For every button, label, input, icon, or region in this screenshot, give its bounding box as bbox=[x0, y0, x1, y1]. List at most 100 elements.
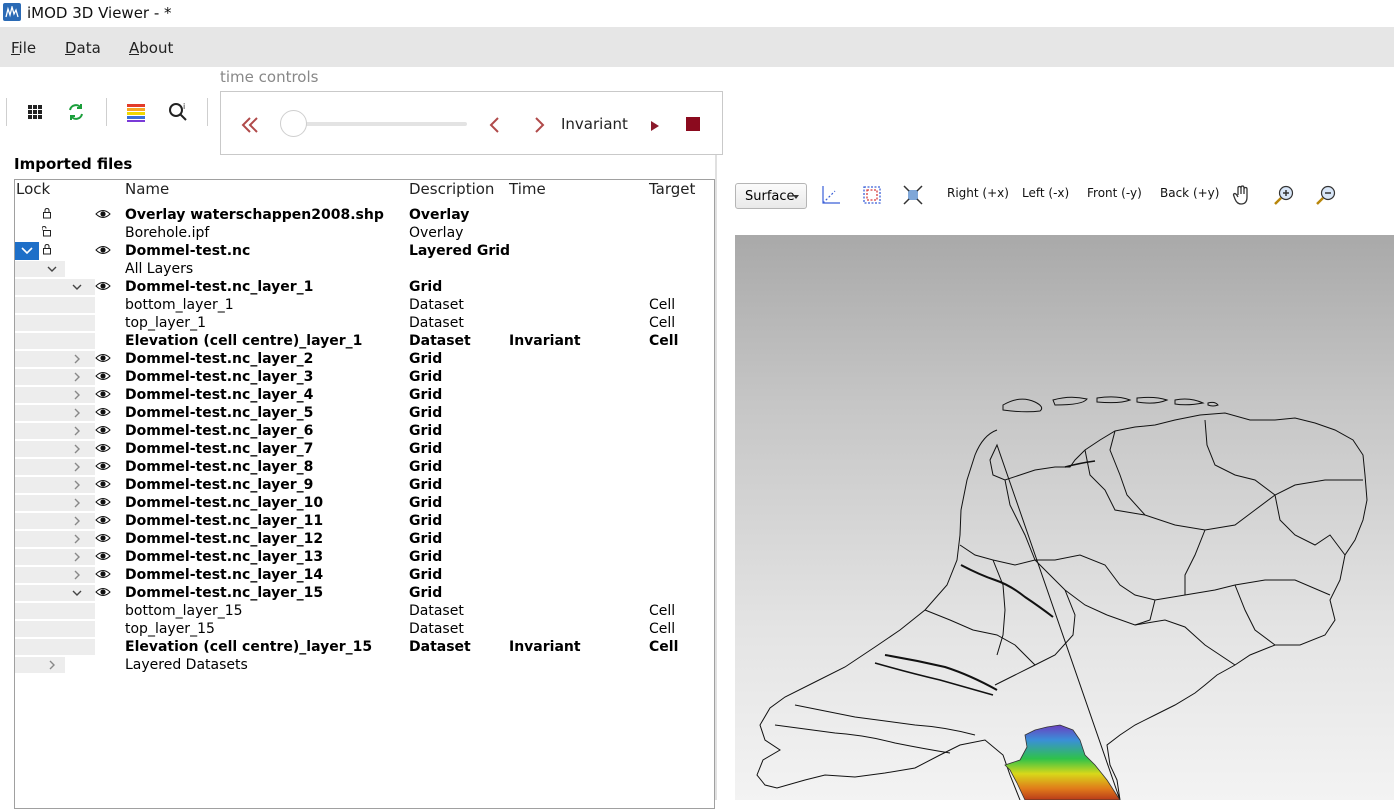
tree-row[interactable]: Dommel-test.nc_layer_1 Grid bbox=[15, 278, 714, 296]
tree-row[interactable]: Dommel-test.nc_layer_10 Grid bbox=[15, 494, 714, 512]
eye-icon[interactable] bbox=[95, 566, 111, 578]
zoom-out-icon[interactable] bbox=[1314, 183, 1338, 207]
chevron-right-icon[interactable] bbox=[70, 352, 84, 366]
row-description: Grid bbox=[409, 423, 443, 439]
tree-row[interactable]: Dommel-test.nc_layer_8 Grid bbox=[15, 458, 714, 476]
tree-row[interactable]: Dommel-test.nc_layer_13 Grid bbox=[15, 548, 714, 566]
time-slider-handle[interactable] bbox=[280, 110, 307, 137]
previous-step-icon[interactable] bbox=[485, 114, 505, 136]
tree-row[interactable]: Dommel-test.nc_layer_6 Grid bbox=[15, 422, 714, 440]
eye-icon[interactable] bbox=[95, 206, 111, 218]
chevron-right-icon[interactable] bbox=[70, 460, 84, 474]
tree-row[interactable]: Borehole.ipf Overlay bbox=[15, 224, 714, 242]
eye-icon[interactable] bbox=[95, 584, 111, 596]
chevron-right-icon[interactable] bbox=[70, 424, 84, 438]
eye-icon[interactable] bbox=[95, 368, 111, 380]
chevron-right-icon[interactable] bbox=[70, 550, 84, 564]
column-header-name[interactable]: Name bbox=[125, 180, 169, 202]
tree-row[interactable]: Dommel-test.nc_layer_5 Grid bbox=[15, 404, 714, 422]
tree-row[interactable]: Dommel-test.nc_layer_7 Grid bbox=[15, 440, 714, 458]
tree-row[interactable]: Dommel-test.nc_layer_12 Grid bbox=[15, 530, 714, 548]
view-left-button[interactable]: Left (-x) bbox=[1022, 186, 1069, 200]
eye-icon[interactable] bbox=[95, 512, 111, 524]
eye-icon[interactable] bbox=[95, 494, 111, 506]
eye-icon[interactable] bbox=[95, 422, 111, 434]
surface-mode-dropdown[interactable]: Surface bbox=[735, 183, 807, 209]
chevron-right-icon[interactable] bbox=[70, 514, 84, 528]
fit-view-icon[interactable] bbox=[901, 183, 925, 207]
chevron-right-icon[interactable] bbox=[70, 442, 84, 456]
rewind-icon[interactable] bbox=[239, 114, 261, 136]
row-name: Dommel-test.nc_layer_10 bbox=[125, 495, 324, 511]
eye-icon[interactable] bbox=[95, 440, 111, 452]
row-description: Grid bbox=[409, 585, 443, 601]
view-front-button[interactable]: Front (-y) bbox=[1087, 186, 1142, 200]
colormap-icon[interactable] bbox=[124, 100, 148, 124]
chevron-right-icon[interactable] bbox=[70, 568, 84, 582]
tree-row[interactable]: bottom_layer_15 Dataset Cell bbox=[15, 602, 714, 620]
tree-row[interactable]: top_layer_15 Dataset Cell bbox=[15, 620, 714, 638]
bounding-box-icon[interactable] bbox=[860, 183, 884, 207]
tree-row[interactable]: Overlay waterschappen2008.shp Overlay bbox=[15, 206, 714, 224]
refresh-icon[interactable] bbox=[64, 100, 88, 124]
tree-row[interactable]: Dommel-test.nc_layer_4 Grid bbox=[15, 386, 714, 404]
eye-icon[interactable] bbox=[95, 530, 111, 542]
zoom-in-icon[interactable] bbox=[1272, 183, 1296, 207]
tree-row[interactable]: Elevation (cell centre)_layer_15 Dataset I… bbox=[15, 638, 714, 656]
view-right-button[interactable]: Right (+x) bbox=[947, 186, 1009, 200]
chevron-right-icon[interactable] bbox=[70, 370, 84, 384]
grid-icon[interactable] bbox=[23, 100, 47, 124]
3d-viewport[interactable] bbox=[735, 235, 1394, 800]
column-header-description[interactable]: Description bbox=[409, 180, 494, 202]
axes-icon[interactable] bbox=[819, 183, 843, 207]
row-description: Grid bbox=[409, 351, 443, 367]
file-tree[interactable]: Lock Name Description Time Target Overla… bbox=[14, 179, 715, 809]
eye-icon[interactable] bbox=[95, 242, 111, 254]
lock-icon[interactable] bbox=[42, 242, 52, 255]
eye-icon[interactable] bbox=[95, 404, 111, 416]
row-name: Elevation (cell centre)_layer_15 bbox=[125, 639, 373, 655]
eye-icon[interactable] bbox=[95, 548, 111, 560]
tree-row[interactable]: Dommel-test.nc_layer_2 Grid bbox=[15, 350, 714, 368]
column-header-time[interactable]: Time bbox=[509, 180, 546, 202]
tree-row[interactable]: Dommel-test.nc_layer_15 Grid bbox=[15, 584, 714, 602]
time-slider-track[interactable] bbox=[299, 122, 467, 126]
tree-row[interactable]: All Layers bbox=[15, 260, 714, 278]
eye-icon[interactable] bbox=[95, 386, 111, 398]
chevron-right-icon[interactable] bbox=[70, 388, 84, 402]
tree-row[interactable]: Dommel-test.nc_layer_11 Grid bbox=[15, 512, 714, 530]
next-step-icon[interactable] bbox=[529, 114, 549, 136]
tree-row[interactable]: Elevation (cell centre)_layer_1 Dataset In… bbox=[15, 332, 714, 350]
view-back-button[interactable]: Back (+y) bbox=[1160, 186, 1219, 200]
pan-hand-icon[interactable] bbox=[1230, 183, 1254, 207]
eye-icon[interactable] bbox=[95, 350, 111, 362]
tree-row[interactable]: top_layer_1 Dataset Cell bbox=[15, 314, 714, 332]
eye-icon[interactable] bbox=[95, 458, 111, 470]
query-icon[interactable]: i bbox=[166, 100, 190, 124]
tree-row[interactable]: Dommel-test.nc Layered Grid bbox=[15, 242, 714, 260]
column-header-target[interactable]: Target bbox=[649, 180, 695, 202]
chevron-right-icon[interactable] bbox=[70, 496, 84, 510]
lock-icon[interactable] bbox=[42, 206, 52, 219]
chevron-right-icon[interactable] bbox=[70, 406, 84, 420]
column-header-lock[interactable]: Lock bbox=[16, 180, 50, 202]
chevron-down-icon[interactable] bbox=[15, 242, 39, 260]
row-name: Dommel-test.nc_layer_7 bbox=[125, 441, 314, 457]
play-icon[interactable] bbox=[648, 118, 662, 134]
eye-icon[interactable] bbox=[95, 278, 111, 290]
chevron-right-icon[interactable] bbox=[70, 532, 84, 546]
chevron-down-icon[interactable] bbox=[70, 586, 84, 600]
tree-row[interactable]: Dommel-test.nc_layer_3 Grid bbox=[15, 368, 714, 386]
stop-icon[interactable] bbox=[685, 116, 701, 132]
tree-row[interactable]: Layered Datasets bbox=[15, 656, 714, 674]
chevron-right-icon[interactable] bbox=[70, 478, 84, 492]
tree-row[interactable]: bottom_layer_1 Dataset Cell bbox=[15, 296, 714, 314]
unlock-icon[interactable] bbox=[41, 224, 52, 237]
tree-row[interactable]: Dommel-test.nc_layer_9 Grid bbox=[15, 476, 714, 494]
pane-splitter[interactable] bbox=[715, 155, 717, 800]
chevron-right-icon[interactable] bbox=[45, 658, 59, 672]
chevron-down-icon[interactable] bbox=[70, 280, 84, 294]
chevron-down-icon[interactable] bbox=[45, 262, 59, 276]
tree-row[interactable]: Dommel-test.nc_layer_14 Grid bbox=[15, 566, 714, 584]
eye-icon[interactable] bbox=[95, 476, 111, 488]
